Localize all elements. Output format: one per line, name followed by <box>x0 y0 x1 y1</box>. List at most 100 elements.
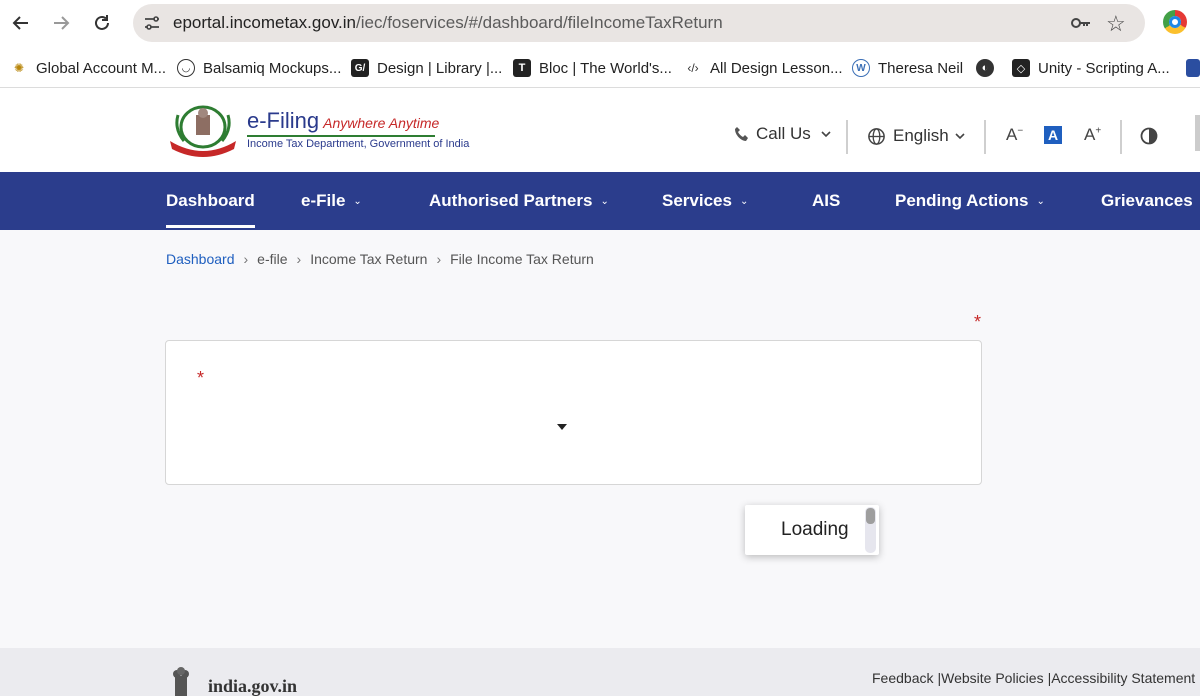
font-default-label: A <box>1047 127 1059 143</box>
forward-button[interactable] <box>48 10 74 36</box>
chevron-down-icon: ⌄ <box>353 195 362 207</box>
header-divider <box>984 120 986 154</box>
nav-label: Grievances <box>1101 191 1193 210</box>
breadcrumb-efile[interactable]: e-file <box>257 251 287 267</box>
form-card: * <box>165 340 982 485</box>
bookmark-item[interactable]: ◡ Balsamiq Mockups... <box>177 58 341 78</box>
main-navigation: Dashboard e-File ⌄ Authorised Partners ⌄ S… <box>0 172 1200 230</box>
url-host: eportal.incometax.gov.in <box>173 13 357 32</box>
call-us-dropdown[interactable]: Call Us <box>733 124 832 144</box>
nav-label: Authorised Partners <box>429 191 593 210</box>
chevron-down-icon <box>955 133 965 140</box>
breadcrumb-dashboard[interactable]: Dashboard <box>166 251 235 267</box>
site-settings-icon[interactable] <box>143 14 161 32</box>
chevron-right-icon: › <box>243 251 249 267</box>
font-increase-button[interactable]: A+ <box>1084 125 1101 145</box>
bookmarks-bar: ✺ Global Account M... ◡ Balsamiq Mockups… <box>0 46 1200 88</box>
arrow-right-icon <box>54 16 70 30</box>
font-default-button[interactable]: A <box>1044 126 1062 144</box>
nav-ais[interactable]: AIS <box>812 172 840 230</box>
bookmark-label: Balsamiq Mockups... <box>203 59 342 77</box>
bookmark-overflow-icon <box>1186 59 1200 77</box>
bookmark-label: Theresa Neil <box>878 59 964 77</box>
site-header: e-Filing Anywhere Anytime Income Tax Depa… <box>0 89 1200 172</box>
bookmark-item[interactable]: G/ Design | Library |... <box>351 58 502 78</box>
chevron-down-icon: ⌄ <box>600 195 609 207</box>
chevron-right-icon: › <box>436 251 442 267</box>
required-asterisk: * <box>197 368 205 388</box>
nav-dashboard[interactable]: Dashboard <box>166 172 255 230</box>
footer-site-link[interactable]: india.gov.in <box>208 676 297 696</box>
globe-icon <box>868 127 885 145</box>
bookmark-label: Design | Library |... <box>377 59 503 77</box>
breadcrumb-income-tax-return[interactable]: Income Tax Return <box>310 251 427 267</box>
address-bar[interactable]: eportal.incometax.gov.in/iec/foservices/… <box>133 4 1145 42</box>
globe-icon: ◐ <box>976 59 994 77</box>
income-tax-emblem-icon[interactable] <box>166 103 240 157</box>
nav-label: Dashboard <box>166 191 255 210</box>
key-icon[interactable] <box>1070 13 1092 33</box>
bookmark-label: All Design Lesson... <box>710 59 843 77</box>
contrast-icon[interactable] <box>1140 127 1158 145</box>
required-asterisk: * <box>974 312 982 332</box>
footer-link-feedback[interactable]: Feedback <box>872 670 933 686</box>
logo-divider <box>247 135 435 137</box>
nav-label: Services <box>662 191 732 210</box>
font-decrease-button[interactable]: A− <box>1006 125 1023 145</box>
header-edge-divider <box>1195 115 1200 151</box>
footer-links: Feedback |Website Policies |Accessibilit… <box>872 670 1200 686</box>
nav-grievances[interactable]: Grievances⌄ <box>1101 172 1200 230</box>
header-divider <box>846 120 848 154</box>
url-text: eportal.incometax.gov.in/iec/foservices/… <box>173 13 723 33</box>
wordpress-icon: W <box>852 59 870 77</box>
smiley-icon: ◡ <box>177 59 195 77</box>
nav-label: AIS <box>812 191 841 210</box>
reload-button[interactable] <box>89 10 115 36</box>
nav-pending-actions[interactable]: Pending Actions ⌄ <box>895 172 1045 230</box>
chevron-down-icon: ⌄ <box>739 195 749 207</box>
call-us-label: Call Us <box>756 124 811 143</box>
bookmark-item[interactable]: ✺ Global Account M... <box>10 58 166 78</box>
reload-icon <box>95 15 109 30</box>
font-increase-label: A <box>1084 125 1096 144</box>
footer-link-website-policies[interactable]: |Website Policies <box>937 670 1043 686</box>
bookmark-item[interactable]: ‹/› All Design Lesson... <box>684 58 843 78</box>
footer-link-accessibility[interactable]: |Accessibility Statement <box>1048 670 1196 686</box>
arrow-left-icon <box>12 16 28 30</box>
bookmark-item[interactable] <box>1186 58 1200 78</box>
bookmark-label: Global Account M... <box>36 59 167 77</box>
nav-efile[interactable]: e-File ⌄ <box>301 172 362 230</box>
bookmark-label: Unity - Scripting A... <box>1038 59 1170 77</box>
breadcrumb: Dashboard › e-file › Income Tax Return ›… <box>166 251 594 267</box>
bloc-icon: T <box>513 59 531 77</box>
logo-tagline: Anywhere Anytime <box>323 115 440 131</box>
seal-icon: ✺ <box>13 61 25 75</box>
bookmark-item[interactable]: ◐ <box>976 58 1002 78</box>
main-content: Dashboard › e-file › Income Tax Return ›… <box>0 230 1200 648</box>
logo-subtitle: Income Tax Department, Government of Ind… <box>247 138 470 150</box>
url-path: /iec/foservices/#/dashboard/fileIncomeTa… <box>356 13 723 32</box>
loading-text: Loading <box>781 519 849 540</box>
nav-services[interactable]: Services ⌄ <box>662 172 748 230</box>
loading-scrollbar-thumb[interactable] <box>866 508 875 524</box>
breadcrumb-file-income-tax-return: File Income Tax Return <box>450 251 594 267</box>
bookmark-label: Bloc | The World's... <box>539 59 672 77</box>
bookmark-item[interactable]: T Bloc | The World's... <box>513 58 672 78</box>
chevron-right-icon: › <box>296 251 302 267</box>
unity-icon: ◇ <box>1012 59 1030 77</box>
code-icon: ‹/› <box>687 61 699 75</box>
chevron-down-icon: ⌄ <box>1036 195 1045 207</box>
efiling-logo-title: e-Filing Anywhere Anytime <box>247 108 439 134</box>
browser-toolbar: eportal.incometax.gov.in/iec/foservices/… <box>0 0 1200 46</box>
bookmark-star-icon[interactable]: ☆ <box>1106 11 1126 37</box>
nav-label: Pending Actions <box>895 191 1029 210</box>
logo-title-text: e-Filing <box>247 108 320 133</box>
bookmark-item[interactable]: W Theresa Neil <box>852 58 963 78</box>
bookmark-item[interactable]: ◇ Unity - Scripting A... <box>1012 58 1170 78</box>
nav-authorised-partners[interactable]: Authorised Partners ⌄ <box>429 172 609 230</box>
language-dropdown[interactable]: English <box>867 126 966 146</box>
chevron-down-icon <box>821 131 831 138</box>
back-button[interactable] <box>8 10 34 36</box>
extension-icon[interactable] <box>1163 10 1187 34</box>
dropdown-caret-icon[interactable] <box>557 424 567 430</box>
